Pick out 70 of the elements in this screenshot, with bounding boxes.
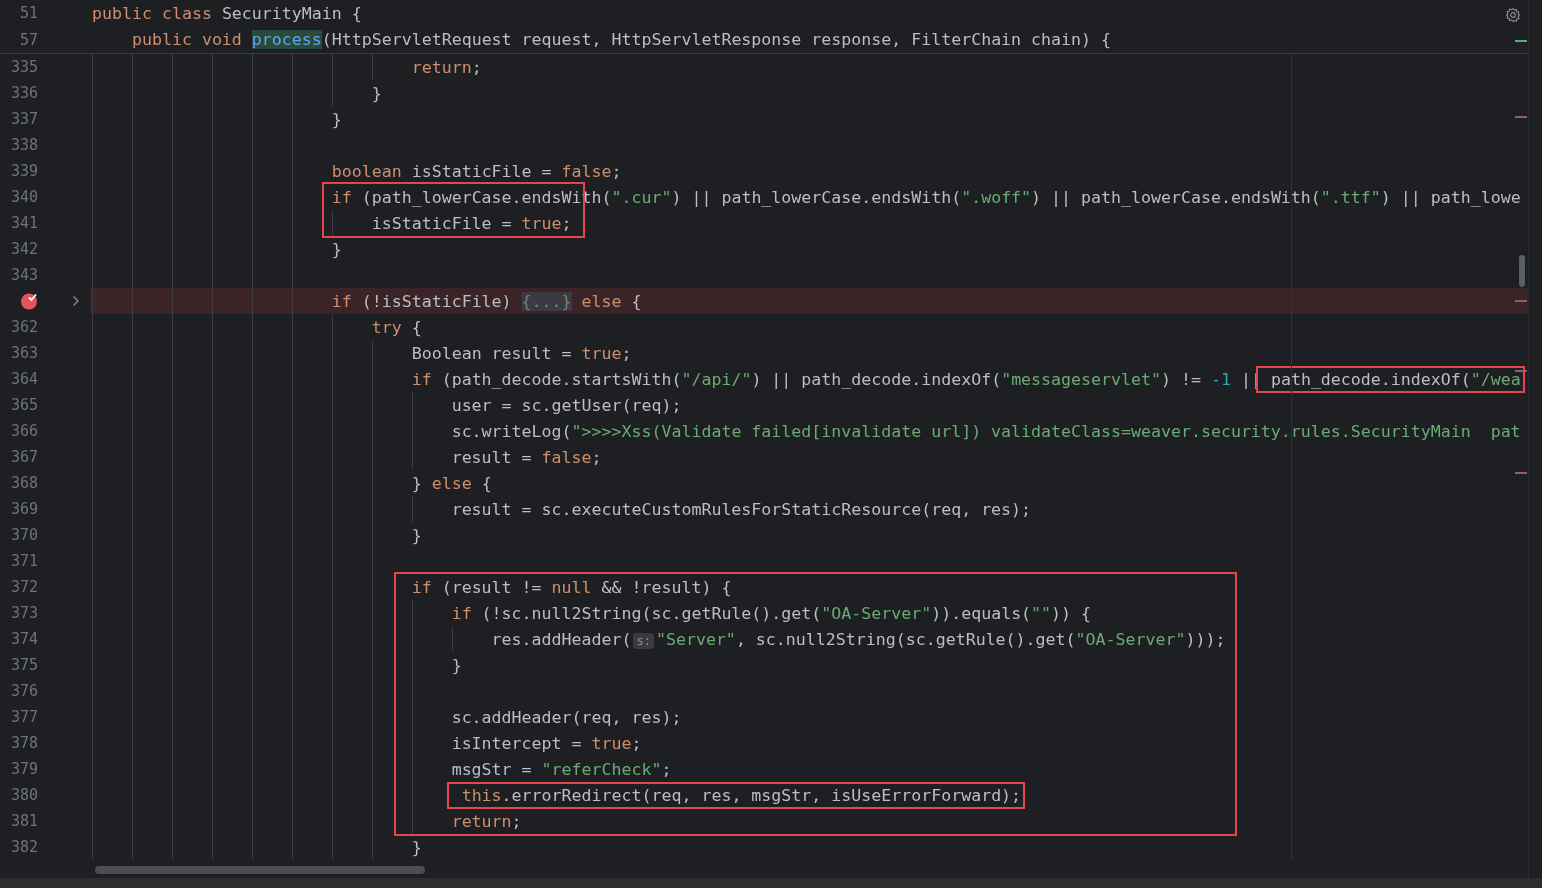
code-line: if (!sc.null2String(sc.getRule().get("OA-Server")).equals("")) { (451, 603, 1092, 623)
code-line: return; (451, 811, 522, 831)
line-number: 343 (9, 266, 38, 284)
line-number: 362 (9, 318, 38, 336)
line-number: 337 (9, 110, 38, 128)
line-number: 370 (9, 526, 38, 544)
code-line: result = sc.executeCustomRulesForStaticResource(req, res); (451, 499, 1032, 519)
line-number: 340 (9, 188, 38, 206)
line-number: 339 (9, 162, 38, 180)
error-stripe-mark[interactable] (1515, 300, 1527, 302)
code-line: } (411, 525, 422, 545)
code-line: } else { (411, 473, 492, 493)
highlighted-code: this.errorRedirect(req, res, msgStr, isUseErrorForward); (446, 781, 1026, 809)
settings-icon[interactable] (1505, 7, 1521, 23)
code-line: user = sc.getUser(req); (451, 395, 682, 415)
line-number: 366 (9, 422, 38, 440)
code-line: isIntercept = true; (451, 733, 642, 753)
line-number: 375 (9, 656, 38, 674)
code-line: sc.addHeader(req, res); (451, 707, 682, 727)
code-line: msgStr = "referCheck"; (451, 759, 672, 779)
line-number: 335 (9, 58, 38, 76)
code-line: boolean isStaticFile = false; (331, 161, 622, 181)
line-number: 57 (18, 30, 38, 49)
code-line: sc.writeLog(">>>>Xss(Validate failed[invalidate url]) validateClass=weaver.security.rules.SecurityMain pat (451, 421, 1521, 441)
line-number: 382 (9, 838, 38, 856)
code-line: public void process(HttpServletRequest request, HttpServletResponse response, FilterChain chain) { (131, 30, 1111, 50)
code-line: result = false; (451, 447, 602, 467)
line-number: 371 (9, 552, 38, 570)
line-number: 342 (9, 240, 38, 258)
line-number: 373 (9, 604, 38, 622)
chevron-right-icon[interactable] (72, 295, 80, 307)
line-number: 338 (9, 136, 38, 154)
code-line: if (result != null && !result) { (411, 577, 732, 597)
line-number: 367 (9, 448, 38, 466)
highlighted-code: path_decode.indexOf("/wea (1255, 365, 1525, 393)
line-number: 381 (9, 812, 38, 830)
code-line: Boolean result = true; (411, 343, 632, 363)
horizontal-scrollbar[interactable] (95, 866, 425, 874)
line-number: 364 (9, 370, 38, 388)
code-line: res.addHeader( s: "Server", sc.null2String(sc.getRule().get("OA-Server"))); (491, 629, 1226, 649)
breakpoint-icon[interactable] (20, 292, 38, 310)
code-line: try { (371, 317, 422, 337)
line-number: 378 (9, 734, 38, 752)
code-line: } (411, 837, 422, 857)
error-stripe-mark[interactable] (1515, 370, 1527, 372)
error-stripe-mark[interactable] (1515, 40, 1527, 42)
line-number: 51 (18, 4, 38, 23)
error-stripe-mark[interactable] (1515, 116, 1527, 118)
line-number: 377 (9, 708, 38, 726)
line-number: 368 (9, 474, 38, 492)
code-line: if (!isStaticFile) {...} else { (331, 291, 642, 311)
line-number: 341 (9, 214, 38, 232)
line-number: 336 (9, 84, 38, 102)
error-stripe-mark[interactable] (1515, 472, 1527, 474)
code-line: isStaticFile = true; (371, 213, 572, 233)
line-number: 372 (9, 578, 38, 596)
code-line: } (371, 83, 382, 103)
line-number: 363 (9, 344, 38, 362)
code-line: } (331, 239, 342, 259)
vertical-scrollbar[interactable] (1519, 255, 1525, 287)
line-number: 365 (9, 396, 38, 414)
code-line: return; (411, 57, 482, 77)
line-number: 380 (9, 786, 38, 804)
line-number: 376 (9, 682, 38, 700)
line-number: 369 (9, 500, 38, 518)
code-line: } (331, 109, 342, 129)
line-number: 379 (9, 760, 38, 778)
code-line: public class SecurityMain { (92, 3, 362, 23)
line-number: 374 (9, 630, 38, 648)
code-line: } (451, 655, 462, 675)
